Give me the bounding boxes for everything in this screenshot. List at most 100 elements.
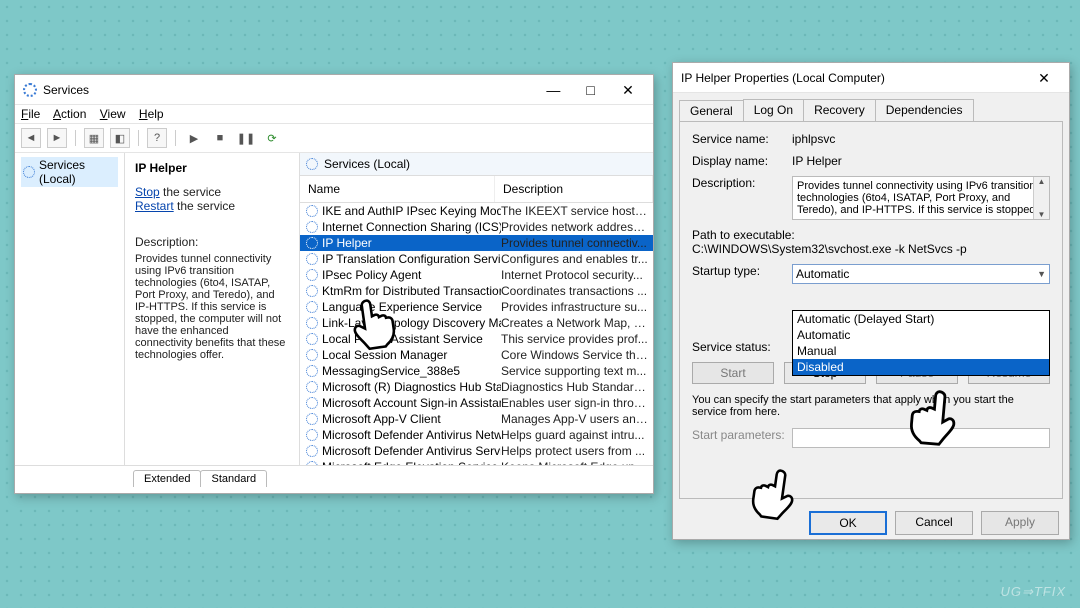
tab-dependencies[interactable]: Dependencies — [875, 99, 974, 121]
service-row[interactable]: IP Translation Configuration ServiceConf… — [300, 251, 653, 267]
cancel-button[interactable]: Cancel — [895, 511, 973, 535]
gear-icon — [306, 317, 318, 329]
tree-item-services-local[interactable]: Services (Local) — [21, 157, 118, 187]
properties-title: IP Helper Properties (Local Computer) — [681, 71, 885, 85]
startup-type-combo[interactable]: Automatic ▼ — [792, 264, 1050, 284]
gear-icon — [306, 461, 318, 465]
properties-tabs: General Log On Recovery Dependencies — [679, 99, 1063, 121]
label-path: Path to executable: — [692, 228, 1050, 242]
value-service-name: iphlpsvc — [792, 132, 1050, 146]
back-button[interactable]: ◄ — [21, 128, 41, 148]
watermark-text: UG⇒TFIX — [1000, 584, 1066, 600]
label-startup-type: Startup type: — [692, 264, 792, 284]
value-path: C:\WINDOWS\System32\svchost.exe -k NetSv… — [692, 242, 1050, 256]
maximize-button[interactable]: □ — [574, 75, 608, 105]
service-row[interactable]: IKE and AuthIP IPsec Keying ModulesThe I… — [300, 203, 653, 219]
service-row[interactable]: Microsoft Edge Elevation ServiceKeeps Mi… — [300, 459, 653, 465]
detail-description-label: Description: — [135, 235, 289, 249]
properties-dialog: IP Helper Properties (Local Computer) ✕ … — [672, 62, 1070, 540]
value-display-name: IP Helper — [792, 154, 1050, 168]
service-row[interactable]: Local Session ManagerCore Windows Servic… — [300, 347, 653, 363]
properties-titlebar[interactable]: IP Helper Properties (Local Computer) ✕ — [673, 63, 1069, 93]
restart-service-button[interactable]: ⟳ — [262, 128, 282, 148]
gear-icon — [306, 285, 318, 297]
services-bottom-tabs: Extended Standard — [15, 465, 653, 487]
apply-button: Apply — [981, 511, 1059, 535]
services-toolbar: ◄ ► ▦ ◧ ? ▶ ■ ❚❚ ⟳ — [15, 124, 653, 153]
column-description[interactable]: Description — [495, 176, 653, 202]
tab-standard[interactable]: Standard — [200, 470, 267, 487]
service-row[interactable]: Internet Connection Sharing (ICS)Provide… — [300, 219, 653, 235]
gear-icon — [306, 349, 318, 361]
dialog-action-buttons: OK Cancel Apply — [673, 505, 1069, 541]
show-hide-tree-button[interactable]: ▦ — [84, 128, 104, 148]
detail-description-text: Provides tunnel connectivity using IPv6 … — [135, 253, 289, 361]
gear-icon — [306, 269, 318, 281]
menu-action[interactable]: Action — [53, 107, 86, 121]
description-textbox[interactable]: Provides tunnel connectivity using IPv6 … — [792, 176, 1050, 220]
close-button[interactable]: ✕ — [1027, 63, 1061, 93]
service-row[interactable]: Local Profile Assistant ServiceThis serv… — [300, 331, 653, 347]
forward-button[interactable]: ► — [47, 128, 67, 148]
service-row[interactable]: Language Experience ServiceProvides infr… — [300, 299, 653, 315]
service-row[interactable]: Microsoft App-V ClientManages App-V user… — [300, 411, 653, 427]
service-row[interactable]: Microsoft Defender Antivirus ServiceHelp… — [300, 443, 653, 459]
ok-button[interactable]: OK — [809, 511, 887, 535]
stop-service-button[interactable]: ■ — [210, 128, 230, 148]
label-display-name: Display name: — [692, 154, 792, 168]
gear-icon — [306, 158, 318, 170]
label-description: Description: — [692, 176, 792, 220]
tab-body-general: Service name: iphlpsvc Display name: IP … — [679, 121, 1063, 499]
services-menubar: FFileile Action View Help — [15, 105, 653, 124]
service-row[interactable]: Link-Layer Topology Discovery MapperCrea… — [300, 315, 653, 331]
services-titlebar[interactable]: Services — □ ✕ — [15, 75, 653, 105]
gear-icon — [306, 397, 318, 409]
column-name[interactable]: Name — [300, 176, 495, 202]
tab-general[interactable]: General — [679, 100, 744, 122]
services-list-header: Name Description — [300, 176, 653, 203]
services-inner-title: Services (Local) — [300, 153, 653, 176]
pause-service-button[interactable]: ❚❚ — [236, 128, 256, 148]
services-app-icon — [23, 83, 37, 97]
start-service-button[interactable]: ▶ — [184, 128, 204, 148]
label-start-params: Start parameters: — [692, 428, 792, 448]
gear-icon — [306, 381, 318, 393]
menu-help[interactable]: Help — [139, 107, 164, 121]
services-window: Services — □ ✕ FFileile Action View Help… — [14, 74, 654, 494]
service-row[interactable]: Microsoft Defender Antivirus Network I..… — [300, 427, 653, 443]
close-button[interactable]: ✕ — [611, 75, 645, 105]
gear-icon — [306, 221, 318, 233]
start-params-note: You can specify the start parameters tha… — [692, 394, 1050, 418]
service-row[interactable]: KtmRm for Distributed Transaction Co...C… — [300, 283, 653, 299]
service-row[interactable]: Microsoft (R) Diagnostics Hub Standar...… — [300, 379, 653, 395]
service-row[interactable]: IPsec Policy AgentInternet Protocol secu… — [300, 267, 653, 283]
service-row[interactable]: MessagingService_388e5Service supporting… — [300, 363, 653, 379]
tab-logon[interactable]: Log On — [743, 99, 804, 121]
startup-option[interactable]: Automatic (Delayed Start) — [793, 311, 1049, 327]
gear-icon — [306, 301, 318, 313]
restart-service-link[interactable]: Restart — [135, 199, 174, 213]
services-rows[interactable]: IKE and AuthIP IPsec Keying ModulesThe I… — [300, 203, 653, 465]
gear-icon — [306, 253, 318, 265]
services-tree-pane: Services (Local) — [15, 153, 125, 465]
startup-option[interactable]: Automatic — [793, 327, 1049, 343]
startup-option[interactable]: Manual — [793, 343, 1049, 359]
tab-extended[interactable]: Extended — [133, 470, 201, 487]
menu-file[interactable]: FFileile — [21, 107, 40, 121]
tab-recovery[interactable]: Recovery — [803, 99, 876, 121]
startup-type-dropdown[interactable]: Automatic (Delayed Start)AutomaticManual… — [792, 310, 1050, 376]
help-button[interactable]: ? — [147, 128, 167, 148]
export-list-button[interactable]: ◧ — [110, 128, 130, 148]
gear-icon — [306, 445, 318, 457]
services-list-pane: Services (Local) Name Description IKE an… — [300, 153, 653, 465]
menu-view[interactable]: View — [100, 107, 126, 121]
startup-option[interactable]: Disabled — [793, 359, 1049, 375]
gear-icon — [306, 333, 318, 345]
start-params-input — [792, 428, 1050, 448]
stop-service-link[interactable]: Stop — [135, 185, 160, 199]
service-row[interactable]: Microsoft Account Sign-in AssistantEnabl… — [300, 395, 653, 411]
label-service-status: Service status: — [692, 340, 792, 354]
service-row[interactable]: IP HelperProvides tunnel connectiv... — [300, 235, 653, 251]
description-scroll[interactable]: ▲▼ — [1033, 177, 1049, 219]
minimize-button[interactable]: — — [536, 75, 570, 105]
